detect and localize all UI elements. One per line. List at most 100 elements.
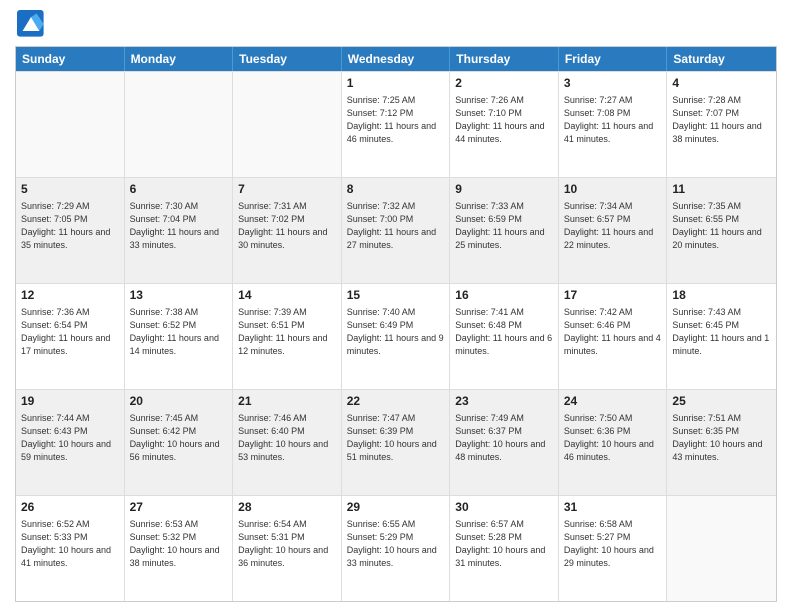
day-number: 27 [130, 499, 228, 516]
week-row-5: 26Sunrise: 6:52 AM Sunset: 5:33 PM Dayli… [16, 495, 776, 601]
day-number: 23 [455, 393, 553, 410]
day-number: 7 [238, 181, 336, 198]
cell-info: Sunrise: 6:57 AM Sunset: 5:28 PM Dayligh… [455, 518, 553, 570]
cell-info: Sunrise: 7:49 AM Sunset: 6:37 PM Dayligh… [455, 412, 553, 464]
cell-info: Sunrise: 7:26 AM Sunset: 7:10 PM Dayligh… [455, 94, 553, 146]
day-number: 4 [672, 75, 771, 92]
header-day-tuesday: Tuesday [233, 47, 342, 71]
cal-cell: 21Sunrise: 7:46 AM Sunset: 6:40 PM Dayli… [233, 390, 342, 495]
cal-cell: 2 Sunrise: 7:26 AM Sunset: 7:10 PM Daylig… [450, 72, 559, 177]
cell-info: Sunrise: 7:28 AM Sunset: 7:07 PM Dayligh… [672, 94, 771, 146]
header-day-wednesday: Wednesday [342, 47, 451, 71]
cal-cell: 8Sunrise: 7:32 AM Sunset: 7:00 PM Daylig… [342, 178, 451, 283]
cell-info: Sunrise: 7:29 AM Sunset: 7:05 PM Dayligh… [21, 200, 119, 252]
calendar-header: SundayMondayTuesdayWednesdayThursdayFrid… [16, 47, 776, 71]
day-number: 29 [347, 499, 445, 516]
cal-cell: 17 Sunrise: 7:42 AM Sunset: 6:46 PM Dayli… [559, 284, 668, 389]
week-row-2: 5Sunrise: 7:29 AM Sunset: 7:05 PM Daylig… [16, 177, 776, 283]
day-number: 13 [130, 287, 228, 304]
cal-cell: 31 Sunrise: 6:58 AM Sunset: 5:27 PM Dayli… [559, 496, 668, 601]
cal-cell [125, 72, 234, 177]
day-number: 14 [238, 287, 336, 304]
header-day-friday: Friday [559, 47, 668, 71]
cell-info: Sunrise: 7:27 AM Sunset: 7:08 PM Dayligh… [564, 94, 662, 146]
header [15, 10, 777, 38]
day-number: 9 [455, 181, 553, 198]
calendar: SundayMondayTuesdayWednesdayThursdayFrid… [15, 46, 777, 602]
day-number: 31 [564, 499, 662, 516]
cal-cell: 28 Sunrise: 6:54 AM Sunset: 5:31 PM Dayli… [233, 496, 342, 601]
day-number: 18 [672, 287, 771, 304]
cell-info: Sunrise: 7:25 AM Sunset: 7:12 PM Dayligh… [347, 94, 445, 146]
cell-info: Sunrise: 7:42 AM Sunset: 6:46 PM Dayligh… [564, 306, 662, 358]
cal-cell: 30 Sunrise: 6:57 AM Sunset: 5:28 PM Dayli… [450, 496, 559, 601]
logo [15, 10, 49, 38]
day-number: 28 [238, 499, 336, 516]
cell-info: Sunrise: 7:41 AM Sunset: 6:48 PM Dayligh… [455, 306, 553, 358]
cell-info: Sunrise: 7:43 AM Sunset: 6:45 PM Dayligh… [672, 306, 771, 358]
calendar-body: 1 Sunrise: 7:25 AM Sunset: 7:12 PM Daylig… [16, 71, 776, 601]
cell-info: Sunrise: 6:53 AM Sunset: 5:32 PM Dayligh… [130, 518, 228, 570]
cal-cell: 24Sunrise: 7:50 AM Sunset: 6:36 PM Dayli… [559, 390, 668, 495]
cal-cell: 6Sunrise: 7:30 AM Sunset: 7:04 PM Daylig… [125, 178, 234, 283]
header-day-sunday: Sunday [16, 47, 125, 71]
cal-cell: 7 Sunrise: 7:31 AM Sunset: 7:02 PM Daylig… [233, 178, 342, 283]
cal-cell: 15 Sunrise: 7:40 AM Sunset: 6:49 PM Dayli… [342, 284, 451, 389]
week-row-1: 1 Sunrise: 7:25 AM Sunset: 7:12 PM Daylig… [16, 71, 776, 177]
cell-info: Sunrise: 7:34 AM Sunset: 6:57 PM Dayligh… [564, 200, 662, 252]
day-number: 30 [455, 499, 553, 516]
cal-cell: 5Sunrise: 7:29 AM Sunset: 7:05 PM Daylig… [16, 178, 125, 283]
cell-info: Sunrise: 6:54 AM Sunset: 5:31 PM Dayligh… [238, 518, 336, 570]
cell-info: Sunrise: 7:50 AM Sunset: 6:36 PM Dayligh… [564, 412, 662, 464]
cell-info: Sunrise: 7:51 AM Sunset: 6:35 PM Dayligh… [672, 412, 771, 464]
cell-info: Sunrise: 7:31 AM Sunset: 7:02 PM Dayligh… [238, 200, 336, 252]
day-number: 15 [347, 287, 445, 304]
cal-cell: 3Sunrise: 7:27 AM Sunset: 7:08 PM Daylig… [559, 72, 668, 177]
cell-info: Sunrise: 7:40 AM Sunset: 6:49 PM Dayligh… [347, 306, 445, 358]
day-number: 19 [21, 393, 119, 410]
cal-cell: 11Sunrise: 7:35 AM Sunset: 6:55 PM Dayli… [667, 178, 776, 283]
cal-cell: 13 Sunrise: 7:38 AM Sunset: 6:52 PM Dayli… [125, 284, 234, 389]
day-number: 20 [130, 393, 228, 410]
day-number: 25 [672, 393, 771, 410]
header-day-saturday: Saturday [667, 47, 776, 71]
header-day-monday: Monday [125, 47, 234, 71]
page: SundayMondayTuesdayWednesdayThursdayFrid… [0, 0, 792, 612]
cell-info: Sunrise: 7:32 AM Sunset: 7:00 PM Dayligh… [347, 200, 445, 252]
cell-info: Sunrise: 6:55 AM Sunset: 5:29 PM Dayligh… [347, 518, 445, 570]
cal-cell: 27 Sunrise: 6:53 AM Sunset: 5:32 PM Dayli… [125, 496, 234, 601]
cal-cell: 25 Sunrise: 7:51 AM Sunset: 6:35 PM Dayli… [667, 390, 776, 495]
cal-cell: 9 Sunrise: 7:33 AM Sunset: 6:59 PM Daylig… [450, 178, 559, 283]
cell-info: Sunrise: 7:39 AM Sunset: 6:51 PM Dayligh… [238, 306, 336, 358]
day-number: 10 [564, 181, 662, 198]
cal-cell: 10 Sunrise: 7:34 AM Sunset: 6:57 PM Dayli… [559, 178, 668, 283]
cal-cell: 12 Sunrise: 7:36 AM Sunset: 6:54 PM Dayli… [16, 284, 125, 389]
day-number: 12 [21, 287, 119, 304]
cal-cell [16, 72, 125, 177]
cal-cell: 20 Sunrise: 7:45 AM Sunset: 6:42 PM Dayli… [125, 390, 234, 495]
cell-info: Sunrise: 7:35 AM Sunset: 6:55 PM Dayligh… [672, 200, 771, 252]
header-day-thursday: Thursday [450, 47, 559, 71]
day-number: 17 [564, 287, 662, 304]
cal-cell [233, 72, 342, 177]
cal-cell: 29 Sunrise: 6:55 AM Sunset: 5:29 PM Dayli… [342, 496, 451, 601]
cell-info: Sunrise: 7:38 AM Sunset: 6:52 PM Dayligh… [130, 306, 228, 358]
week-row-4: 19 Sunrise: 7:44 AM Sunset: 6:43 PM Dayli… [16, 389, 776, 495]
day-number: 1 [347, 75, 445, 92]
cell-info: Sunrise: 7:33 AM Sunset: 6:59 PM Dayligh… [455, 200, 553, 252]
cal-cell: 22 Sunrise: 7:47 AM Sunset: 6:39 PM Dayli… [342, 390, 451, 495]
day-number: 16 [455, 287, 553, 304]
cell-info: Sunrise: 7:45 AM Sunset: 6:42 PM Dayligh… [130, 412, 228, 464]
cal-cell: 19 Sunrise: 7:44 AM Sunset: 6:43 PM Dayli… [16, 390, 125, 495]
cal-cell [667, 496, 776, 601]
cal-cell: 1 Sunrise: 7:25 AM Sunset: 7:12 PM Daylig… [342, 72, 451, 177]
day-number: 22 [347, 393, 445, 410]
day-number: 2 [455, 75, 553, 92]
cell-info: Sunrise: 7:36 AM Sunset: 6:54 PM Dayligh… [21, 306, 119, 358]
cell-info: Sunrise: 7:47 AM Sunset: 6:39 PM Dayligh… [347, 412, 445, 464]
cell-info: Sunrise: 7:44 AM Sunset: 6:43 PM Dayligh… [21, 412, 119, 464]
cal-cell: 14 Sunrise: 7:39 AM Sunset: 6:51 PM Dayli… [233, 284, 342, 389]
cell-info: Sunrise: 6:58 AM Sunset: 5:27 PM Dayligh… [564, 518, 662, 570]
cal-cell: 18 Sunrise: 7:43 AM Sunset: 6:45 PM Dayli… [667, 284, 776, 389]
cell-info: Sunrise: 6:52 AM Sunset: 5:33 PM Dayligh… [21, 518, 119, 570]
